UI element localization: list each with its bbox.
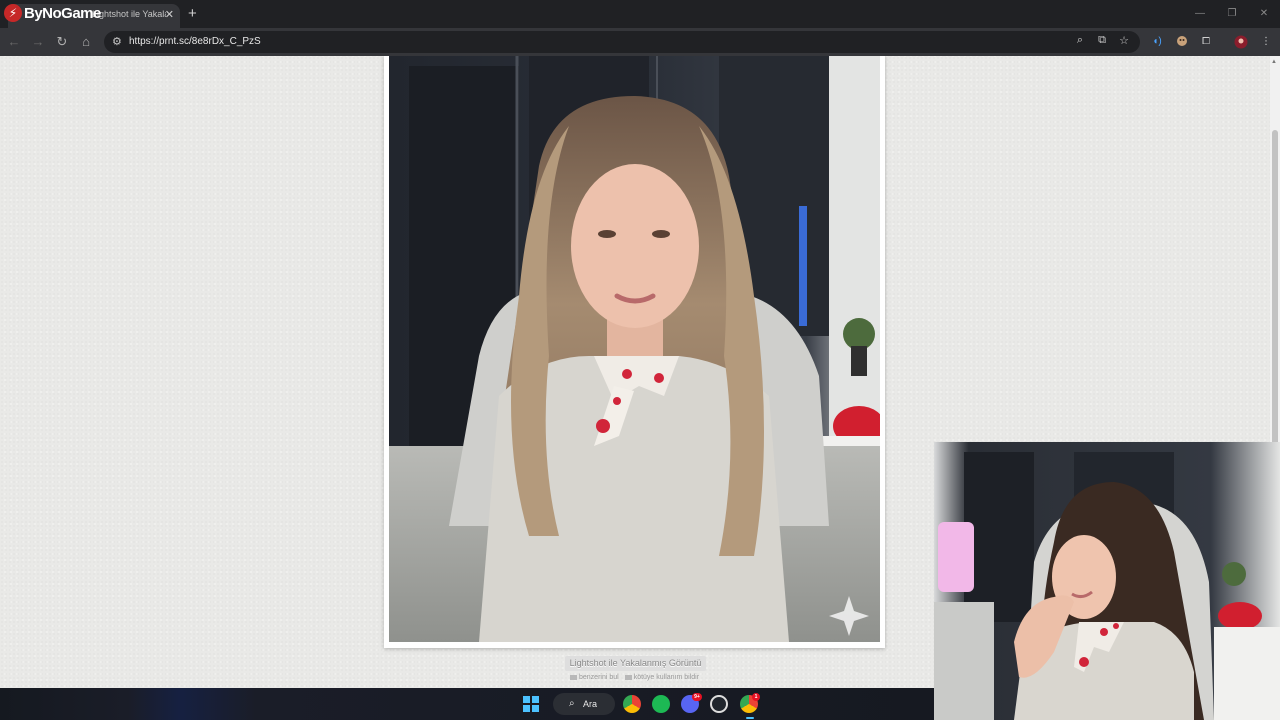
logo-mark-icon: ⚡ — [4, 4, 22, 22]
envelope-icon — [570, 674, 577, 680]
windows-start-icon[interactable] — [523, 696, 539, 712]
site-info-tune-icon[interactable]: ⚙ — [112, 35, 122, 48]
chrome-badge: 1 — [752, 693, 760, 701]
zoom-icon[interactable]: ⌕ — [1072, 34, 1088, 47]
report-abuse-link[interactable]: kötüye kullanım bildir — [624, 674, 699, 681]
install-app-icon[interactable]: ⧉ — [1094, 34, 1110, 47]
tab-title: Lightshot ile Yakalanmış Ekran Görüntüsü — [92, 9, 166, 19]
scroll-up-arrow-icon[interactable]: ▲ — [1271, 59, 1277, 65]
kebab-menu-icon[interactable]: ⋮ — [1258, 35, 1274, 49]
chrome-taskbar-icon[interactable] — [623, 695, 641, 713]
active-app-indicator — [746, 717, 754, 719]
extension-audio-icon[interactable]: ◖) — [1149, 35, 1165, 49]
home-icon[interactable]: ⌂ — [78, 34, 94, 50]
screenshot-frame — [384, 56, 885, 648]
action-links: benzerini bul kötüye kullanım bildir — [570, 674, 699, 681]
lightshot-caption: Lightshot ile Yakalanmış Görüntü — [565, 656, 706, 671]
webcam-overlay — [934, 442, 1280, 720]
extensions-puzzle-icon[interactable]: ⧠ — [1198, 35, 1214, 49]
reload-icon[interactable]: ↻ — [54, 34, 70, 50]
close-tab-icon[interactable]: ✕ — [165, 8, 174, 21]
bynogame-watermark-logo: ⚡ ByNoGame — [4, 2, 101, 24]
discord-badge: 9+ — [692, 693, 702, 701]
window-controls: — ❐ ✕ — [1184, 0, 1280, 28]
taskbar-search[interactable]: ⌕ Ara — [553, 693, 615, 715]
profile-avatar-icon[interactable] — [1233, 35, 1249, 49]
minimize-button[interactable]: — — [1184, 0, 1216, 28]
find-similar-link[interactable]: benzerini bul — [570, 674, 619, 681]
url-text[interactable]: https://prnt.sc/8e8rDx_C_PzS — [129, 36, 261, 47]
forward-arrow-icon[interactable]: → — [30, 34, 46, 50]
address-bar[interactable]: ⚙ https://prnt.sc/8e8rDx_C_PzS ⌕ ⧉ ☆ — [104, 31, 1140, 53]
new-tab-button[interactable]: + — [188, 5, 197, 22]
steam-taskbar-icon[interactable] — [710, 695, 728, 713]
search-icon: ⌕ — [569, 698, 575, 709]
taskbar-search-label: Ara — [583, 699, 598, 709]
back-arrow-icon[interactable]: ← — [6, 34, 22, 50]
flag-icon — [624, 674, 632, 680]
screenshot-image — [389, 56, 880, 642]
logo-text: ByNoGame — [24, 4, 101, 22]
restore-button[interactable]: ❐ — [1216, 0, 1248, 28]
browser-titlebar: Lightshot ile Yakalanmış Ekran Görüntüsü… — [0, 0, 1280, 28]
bookmark-star-icon[interactable]: ☆ — [1116, 34, 1132, 47]
extension-avatar-icon[interactable] — [1174, 35, 1190, 49]
close-window-button[interactable]: ✕ — [1248, 0, 1280, 28]
spotify-taskbar-icon[interactable] — [652, 695, 670, 713]
